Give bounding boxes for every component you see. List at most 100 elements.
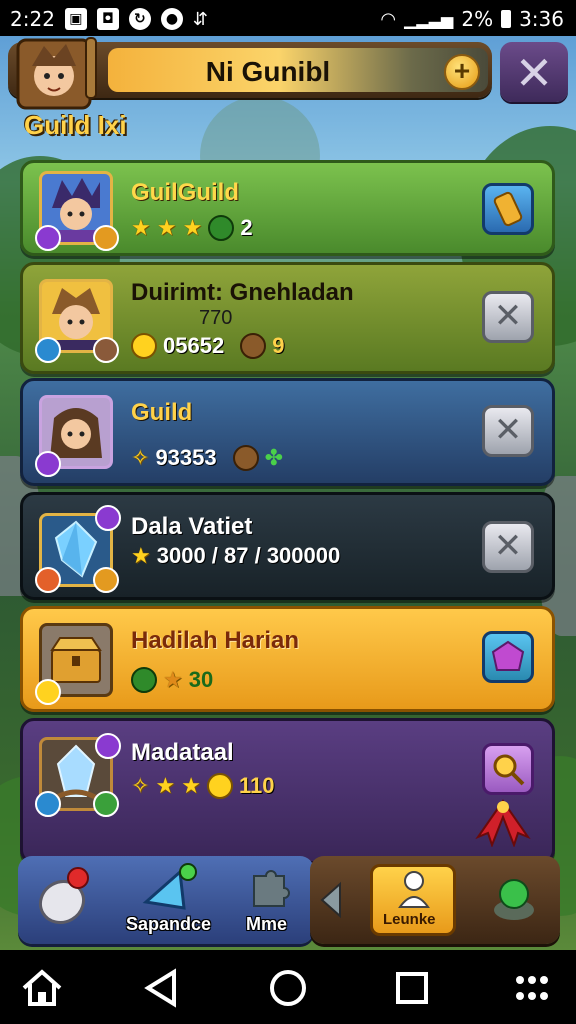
section-title: Guild Ixi <box>24 110 127 140</box>
coin-badge-icon <box>35 679 61 705</box>
signal-icon: ▁▂▃▅ <box>404 9 454 29</box>
close-button[interactable]: ✕ <box>500 42 568 102</box>
bread-icon <box>232 445 259 471</box>
guild-stats: 05652 9 <box>131 333 284 359</box>
guild-card-5[interactable]: Hadilah Harian ★ 30 <box>20 606 555 712</box>
fire-badge-icon <box>35 567 61 593</box>
character-icon <box>398 871 430 908</box>
clover-icon: ✤ <box>264 445 284 470</box>
stat-value: 3000 / 87 / 300000 <box>156 543 341 568</box>
bag-icon: ◘ <box>96 8 119 30</box>
nav-item-potion[interactable] <box>28 862 108 938</box>
guild-name: Guild <box>131 399 193 426</box>
guild-stats: ★ 30 <box>131 667 213 693</box>
guild-card-6[interactable]: Madataal ✧ ★ ★ 110 <box>20 718 555 864</box>
guild-stats: ★ 3000 / 87 / 300000 <box>131 543 340 569</box>
close-icon: ✕ <box>514 47 554 99</box>
class-badge-icon <box>95 505 121 531</box>
guild-stats: ✧ ★ ★ 110 <box>131 773 275 799</box>
apps-icon[interactable] <box>508 964 556 1012</box>
coin-icon <box>131 333 157 359</box>
nav-prev-button[interactable] <box>316 880 346 920</box>
battery-icon <box>501 10 512 28</box>
guild-name: Hadilah Harian <box>131 627 300 654</box>
nav-item-orb[interactable] <box>486 866 546 932</box>
page-title: Ni Gunibl <box>205 56 331 87</box>
stat-value: 2 <box>240 215 253 240</box>
sync-icon: ↻ <box>128 8 151 30</box>
circle-home-icon[interactable] <box>264 964 312 1012</box>
nav-item-sapandce[interactable]: Sapandce <box>120 858 220 942</box>
water-badge-icon <box>35 791 61 817</box>
nav-item-leunke[interactable]: Leunke <box>370 864 456 936</box>
close-icon: ✕ <box>493 297 523 335</box>
hero-avatar[interactable] <box>14 36 104 112</box>
home-icon[interactable] <box>18 964 66 1012</box>
rating-stars: ★ ★ <box>155 773 201 798</box>
star-icon: ★ <box>131 543 151 568</box>
guild-stats: ✧ 93353 ✤ <box>131 445 283 471</box>
gem-icon <box>491 640 525 671</box>
wifi-icon: ◠ <box>380 8 397 30</box>
status-time-left: 2:22 <box>10 7 55 31</box>
guild-card-1[interactable]: GuilGuild ★ ★ ★ 2 <box>20 160 555 256</box>
star-icon: ★ <box>163 667 183 692</box>
remove-button[interactable]: ✕ <box>482 521 534 573</box>
class-badge-icon <box>35 225 61 251</box>
ribbon-icon <box>475 799 531 847</box>
class-badge-icon <box>95 733 121 759</box>
rating-stars: ★ ★ ★ <box>131 215 203 240</box>
status-right: ◠ ▁▂▃▅ 2% 3:36 <box>380 7 564 31</box>
class-badge-icon <box>35 337 61 363</box>
stat-value: 93353 <box>155 445 217 470</box>
close-icon: ✕ <box>493 411 523 449</box>
puzzle-icon <box>253 870 290 907</box>
search-button[interactable] <box>482 743 534 795</box>
guild-card-4[interactable]: Dala Vatiet ★ 3000 / 87 / 300000 ✕ <box>20 492 555 600</box>
recents-icon[interactable] <box>388 964 436 1012</box>
nav-item-mme[interactable]: Mme <box>230 858 310 942</box>
stat-value: 110 <box>239 773 275 798</box>
potion-icon <box>38 867 89 925</box>
nav-label: Leunke <box>383 911 436 928</box>
stat-value: 05652 <box>163 333 225 358</box>
bottom-nav-left: Sapandce Mme <box>18 856 314 944</box>
gem-button[interactable] <box>482 631 534 683</box>
add-button[interactable]: + <box>444 54 480 90</box>
bottom-nav-right: Leunke <box>310 856 560 944</box>
green-orb-icon <box>494 879 534 920</box>
remove-button[interactable]: ✕ <box>482 405 534 457</box>
arrows-icon: ⇵ <box>192 8 209 30</box>
guild-name: Duirimt: Gnehladan <box>131 279 354 306</box>
nav-label: Sapandce <box>126 914 212 934</box>
chevron-left-icon <box>320 881 341 919</box>
status-bar: 2:22 ▣ ◘ ↻ ● ⇵ ◠ ▁▂▃▅ 2% 3:36 <box>0 0 576 36</box>
guild-name: GuilGuild <box>131 179 239 206</box>
close-icon: ✕ <box>493 527 523 565</box>
guild-stats: ★ ★ ★ 2 <box>131 215 253 241</box>
rank-badge-icon <box>93 225 119 251</box>
rank-badge-icon <box>93 567 119 593</box>
system-nav-bar <box>0 950 576 1024</box>
status-time-right: 3:36 <box>519 7 564 31</box>
leaf-badge-icon <box>93 791 119 817</box>
gallery-icon: ▣ <box>64 8 87 30</box>
coin-icon <box>207 773 233 799</box>
class-badge-icon <box>35 451 61 477</box>
sparkle-icon: ✧ <box>131 773 150 798</box>
stat-value: 30 <box>188 667 214 692</box>
remove-button[interactable]: ✕ <box>482 291 534 343</box>
guild-card-2[interactable]: Duirimt: Gnehladan 770 05652 9 ✕ <box>20 262 555 374</box>
magnifier-icon <box>493 754 525 786</box>
scroll-button[interactable] <box>482 183 534 235</box>
arrow-crystal-icon <box>142 863 197 910</box>
sparkle-icon: ✧ <box>131 445 150 470</box>
leaf-icon <box>131 667 157 693</box>
guild-card-3[interactable]: Guild ✧ 93353 ✤ ✕ <box>20 378 555 486</box>
rank-badge-icon <box>93 337 119 363</box>
battery-percent: 2% <box>461 7 494 31</box>
guild-name: Dala Vatiet <box>131 513 253 540</box>
record-icon: ● <box>160 8 183 30</box>
stat-value-2: 9 <box>272 333 285 358</box>
back-icon[interactable] <box>138 964 186 1012</box>
